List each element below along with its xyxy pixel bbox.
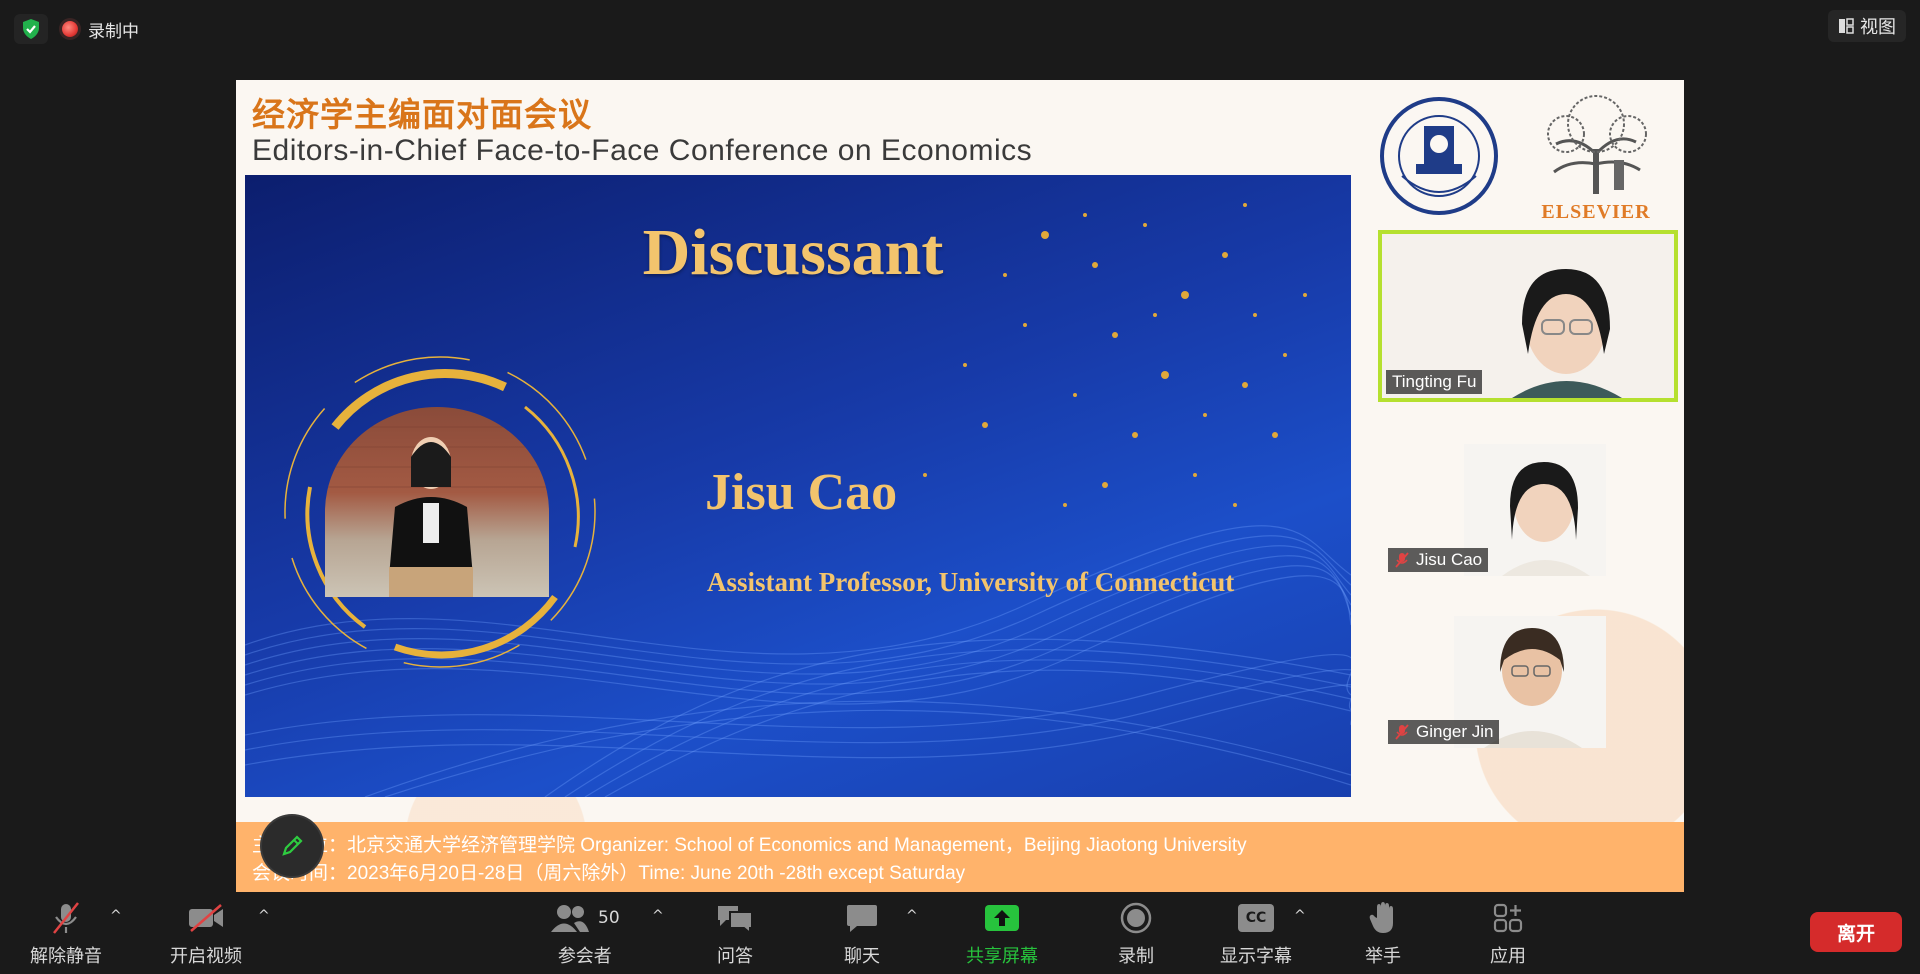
shared-screen: 经济学主编面对面会议 Editors-in-Chief Face-to-Face… bbox=[236, 80, 1684, 892]
record-label: 录制 bbox=[1118, 946, 1154, 967]
organizer-text: 主办单位：北京交通大学经济管理学院 Organizer: School of E… bbox=[252, 835, 1247, 856]
qa-label: 问答 bbox=[717, 946, 753, 967]
video-off-icon bbox=[189, 904, 223, 932]
chat-label: 聊天 bbox=[844, 946, 880, 967]
slide-heading: Discussant bbox=[642, 216, 944, 289]
captions-button[interactable]: CC 显示字幕 bbox=[1220, 900, 1292, 968]
slide-footer: 主办单位：北京交通大学经济管理学院 Organizer: School of E… bbox=[236, 822, 1684, 892]
chat-button[interactable]: 聊天 bbox=[844, 900, 880, 968]
elsevier-logo: ELSEVIER bbox=[1536, 94, 1656, 224]
conference-title-chinese: 经济学主编面对面会议 bbox=[252, 95, 592, 134]
record-icon bbox=[1120, 902, 1152, 934]
leave-label: 离开 bbox=[1836, 922, 1875, 945]
conference-title-english: Editors-in-Chief Face-to-Face Conference… bbox=[252, 134, 1033, 167]
bjtu-logo bbox=[1380, 97, 1498, 215]
chat-options-chevron-icon[interactable]: ^ bbox=[906, 908, 918, 924]
conference-dates-text: 会议时间：2023年6月20日-28日（周六除外）Time: June 20th… bbox=[252, 863, 966, 884]
chat-icon bbox=[847, 905, 877, 932]
raise-hand-button[interactable]: 举手 bbox=[1365, 900, 1401, 968]
speaker-position: Assistant Professor, University of Conne… bbox=[707, 567, 1235, 597]
participants-label: 参会者 bbox=[557, 946, 612, 967]
view-button[interactable]: 视图 bbox=[1828, 10, 1906, 42]
leave-button[interactable]: 离开 bbox=[1810, 912, 1902, 952]
qa-icon bbox=[718, 906, 753, 934]
share-screen-button[interactable]: 共享屏幕 bbox=[966, 900, 1038, 968]
cc-icon: CC bbox=[1238, 904, 1274, 932]
mic-muted-icon bbox=[1395, 552, 1409, 568]
share-screen-icon bbox=[985, 905, 1019, 931]
participant-tile[interactable]: Jisu Cao bbox=[1384, 444, 1606, 576]
audio-options-chevron-icon[interactable]: ^ bbox=[110, 908, 122, 924]
meeting-toolbar: 解除静音 ^ 开启视频 ^ 50 参会者 ^ 问答 聊天 ^ 共享屏幕 录制 C… bbox=[0, 892, 1920, 974]
start-video-button[interactable]: 开启视频 bbox=[170, 900, 242, 968]
pencil-icon bbox=[282, 835, 303, 856]
cc-badge-text: CC bbox=[1245, 910, 1267, 926]
annotate-button[interactable] bbox=[262, 816, 322, 876]
participant-name-tag: Jisu Cao bbox=[1388, 548, 1489, 572]
raise-hand-icon bbox=[1369, 902, 1393, 933]
participant-name: Ginger Jin bbox=[1416, 722, 1494, 741]
apps-button[interactable]: 应用 bbox=[1490, 900, 1526, 968]
top-bar: 录制中 视图 bbox=[0, 0, 1920, 56]
discussant-slide: Discussant Jisu Cao Assistant Professor,… bbox=[245, 175, 1351, 797]
captions-label: 显示字幕 bbox=[1220, 946, 1292, 967]
recording-dot-icon bbox=[62, 21, 78, 37]
mic-muted-icon bbox=[1395, 724, 1409, 740]
participants-button[interactable]: 50 参会者 bbox=[550, 900, 620, 968]
view-icon bbox=[1839, 18, 1854, 34]
recording-indicator[interactable]: 录制中 bbox=[62, 14, 139, 44]
participant-tile[interactable]: Ginger Jin bbox=[1384, 616, 1606, 748]
participants-count: 50 bbox=[598, 908, 620, 928]
view-label: 视图 bbox=[1860, 17, 1896, 38]
captions-options-chevron-icon[interactable]: ^ bbox=[1294, 908, 1306, 924]
participant-tile-active[interactable]: Tingting Fu bbox=[1378, 230, 1678, 402]
apps-label: 应用 bbox=[1490, 946, 1526, 967]
participants-options-chevron-icon[interactable]: ^ bbox=[652, 908, 664, 924]
recording-label: 录制中 bbox=[88, 21, 139, 42]
share-screen-label: 共享屏幕 bbox=[966, 946, 1038, 967]
mic-muted-icon bbox=[53, 902, 79, 934]
participant-name: Jisu Cao bbox=[1416, 550, 1483, 569]
apps-icon bbox=[1493, 903, 1523, 933]
unmute-button[interactable]: 解除静音 bbox=[30, 900, 102, 968]
speaker-name: Jisu Cao bbox=[705, 464, 898, 521]
qa-button[interactable]: 问答 bbox=[716, 900, 754, 968]
participant-name: Tingting Fu bbox=[1392, 372, 1477, 391]
participants-icon bbox=[551, 905, 589, 932]
elsevier-text: ELSEVIER bbox=[1541, 201, 1651, 223]
participant-name-tag: Tingting Fu bbox=[1386, 370, 1483, 394]
participant-name-tag: Ginger Jin bbox=[1388, 720, 1500, 744]
security-shield-icon[interactable] bbox=[14, 14, 48, 44]
unmute-label: 解除静音 bbox=[30, 946, 102, 967]
raise-hand-label: 举手 bbox=[1365, 946, 1401, 967]
record-button[interactable]: 录制 bbox=[1118, 900, 1154, 968]
start-video-label: 开启视频 bbox=[170, 946, 242, 967]
video-options-chevron-icon[interactable]: ^ bbox=[258, 908, 270, 924]
